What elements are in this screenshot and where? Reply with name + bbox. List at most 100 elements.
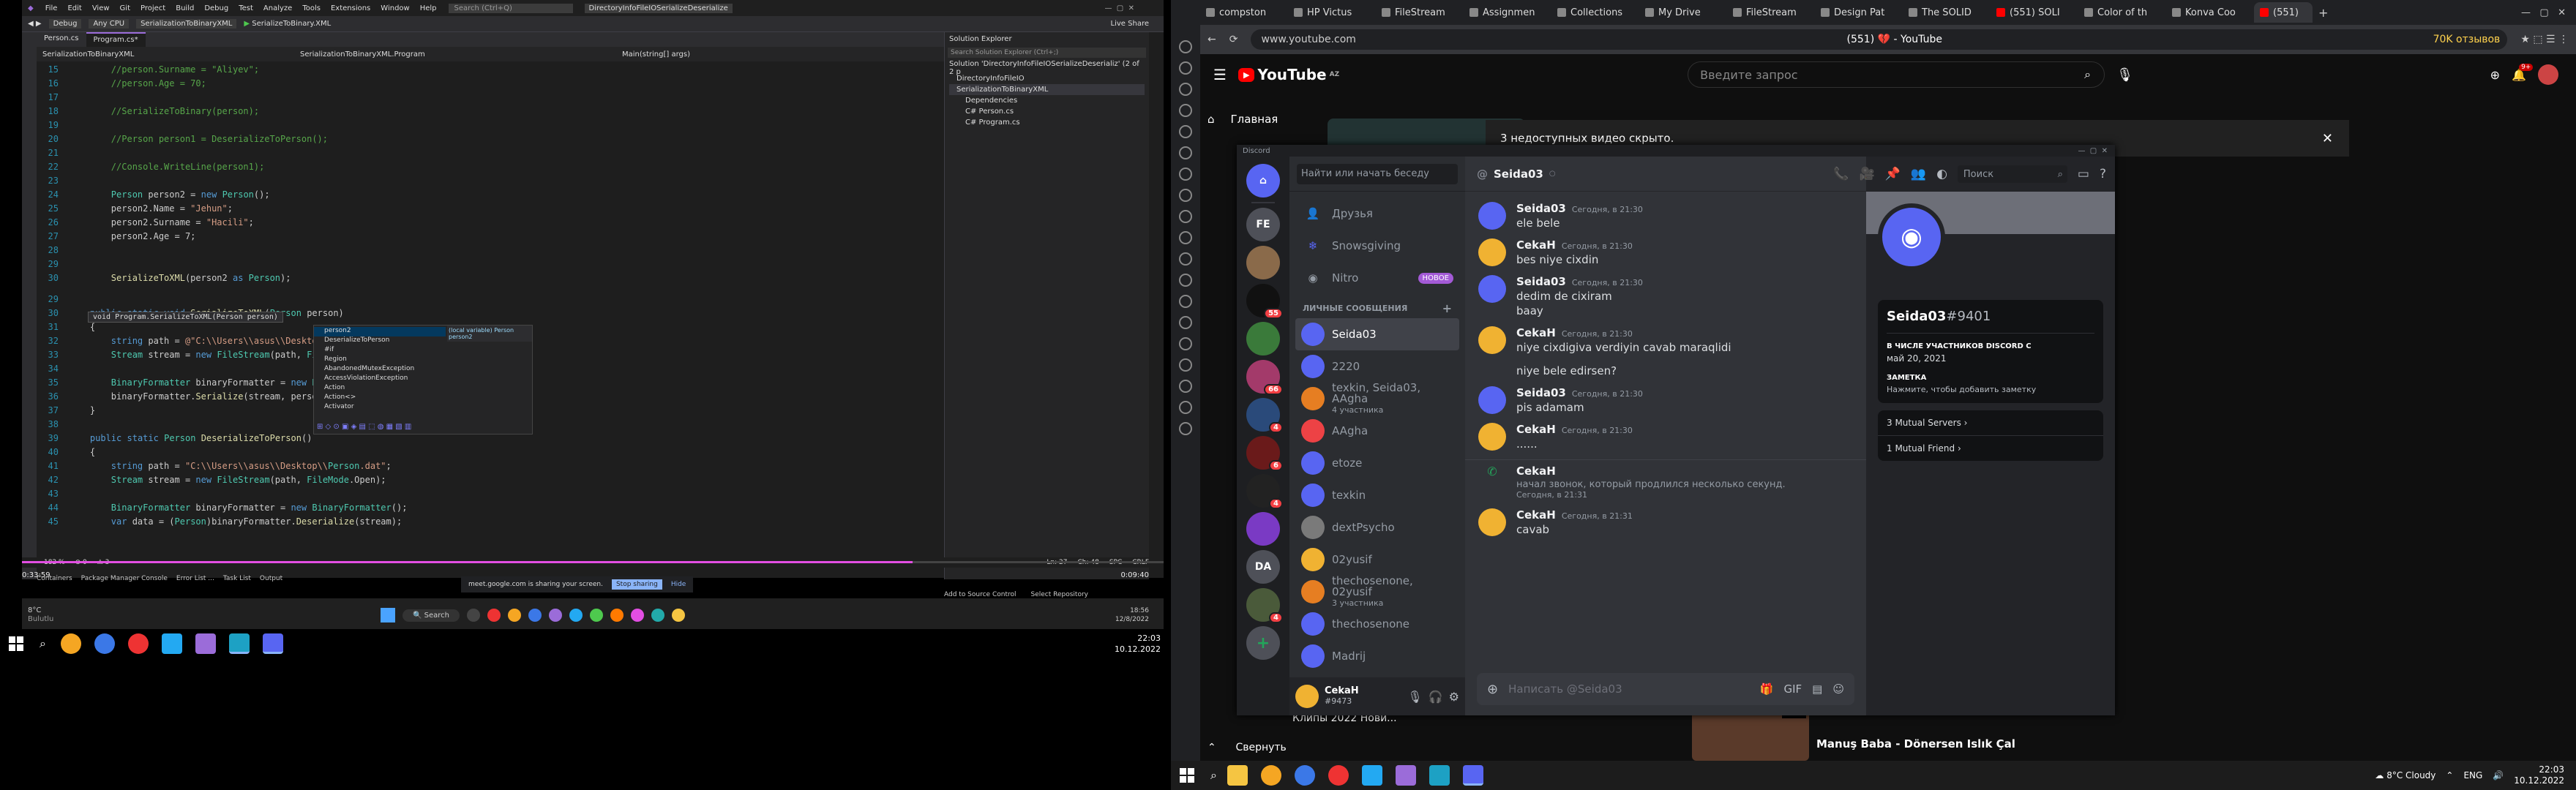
gif-icon[interactable]: GIF (1783, 682, 1802, 696)
volume-icon[interactable]: 🔊 (2493, 770, 2504, 780)
dm-item[interactable]: thechosenone, 02yusif 3 участника (1295, 575, 1459, 608)
dm-item[interactable]: Seida03 (1295, 318, 1459, 350)
vs-config-select[interactable]: Debug (48, 19, 82, 29)
code-line[interactable]: 16 //person.Age = 70; (37, 77, 944, 91)
taskbar-browser-icon[interactable] (1294, 765, 1315, 786)
vs-back-icon[interactable]: ◀ ▶ (28, 20, 42, 28)
vs-search-input[interactable]: Search (Ctrl+Q) (448, 3, 573, 13)
guild-1[interactable] (1246, 246, 1280, 279)
se-item[interactable]: C# Person.cs (949, 106, 1145, 117)
code-line[interactable]: 40 { (37, 445, 944, 459)
intellisense-item[interactable]: AbandonedMutexException (314, 365, 446, 375)
code-line[interactable]: 29 (37, 257, 944, 271)
rail-icon[interactable] (1179, 337, 1192, 350)
code-line[interactable]: 27 person2.Age = 7; (37, 230, 944, 244)
code-line[interactable]: 45 var data = (Person)binaryFormatter.De… (37, 515, 944, 529)
dm-item[interactable]: dextPsycho (1295, 511, 1459, 543)
bell-icon[interactable]: 🔔 9+ (2512, 63, 2534, 82)
hamburger-icon[interactable]: ☰ (1213, 66, 1227, 83)
yt-search-input[interactable]: Введите запрос ⌕ (1688, 61, 2105, 88)
vs-window-controls[interactable]: — ▢ ✕ (1104, 4, 1134, 12)
windows-start-icon[interactable] (1180, 768, 1194, 783)
yt-search-icon[interactable]: ⌕ (2084, 67, 2091, 82)
guild-2[interactable]: 55 (1246, 284, 1283, 319)
dm-item[interactable]: 02yusif (1295, 543, 1459, 576)
intellisense-item[interactable]: AccessViolationException (314, 375, 446, 384)
guild-5[interactable]: 4 (1246, 398, 1283, 433)
address-bar[interactable]: www.youtube.com (551) 💔 - YouTube 70K от… (1251, 29, 2508, 50)
discord-home-icon[interactable]: ⌂ (1246, 164, 1280, 198)
rail-icon[interactable] (1179, 380, 1192, 393)
yt-home-link[interactable]: ⌂ Главная (1208, 113, 1278, 126)
select-repository[interactable]: Select Repository (1031, 591, 1088, 598)
upload-icon[interactable]: ⊕ (1487, 682, 1498, 697)
code-line[interactable]: 29 (37, 293, 944, 306)
intellisense-item[interactable]: person2 (314, 327, 446, 336)
rail-icon[interactable] (1179, 61, 1192, 75)
taskbar-explorer-icon[interactable] (1227, 765, 1248, 786)
vs-menu-item[interactable]: Debug (204, 4, 228, 12)
bottom-tab[interactable]: Output (260, 575, 282, 582)
yt-logo[interactable]: ▶ YouTube AZ (1238, 66, 1339, 83)
code-line[interactable]: 43 (37, 487, 944, 501)
code-line[interactable]: 42 Stream stream = new FileStream(path, … (37, 473, 944, 487)
message[interactable]: CekaH Сегодня, в 21:30 bes niye cixdin (1465, 234, 1866, 271)
vs-menu-item[interactable]: Build (176, 4, 194, 12)
add-server-icon[interactable]: + (1246, 626, 1280, 660)
vs-menu-item[interactable]: Window (381, 4, 409, 12)
code-line[interactable]: 44 BinaryFormatter binaryFormatter = new… (37, 501, 944, 515)
rail-icon[interactable] (1179, 189, 1192, 202)
guild-4[interactable]: 66 (1246, 360, 1283, 395)
chrome-tab[interactable]: Design Pat (1815, 2, 1903, 23)
snowsgiving-link[interactable]: ❄ Snowsgiving (1295, 230, 1459, 262)
taskbar-yandex-icon[interactable] (127, 633, 149, 654)
avatar[interactable] (2538, 64, 2558, 85)
nav-class[interactable]: SerializationToBinaryXML.Program (300, 50, 622, 59)
code-line[interactable]: 23 (37, 174, 944, 188)
tray-chevron-icon[interactable]: ⌃ (2446, 770, 2453, 780)
vs-project-select[interactable]: SerializationToBinaryXML (136, 19, 237, 29)
dm-item[interactable]: thechosenone (1295, 608, 1459, 640)
taskbar-chrome-icon[interactable] (1260, 765, 1281, 786)
chrome-tab[interactable]: HP Victus (1288, 2, 1376, 23)
inner-app-icon[interactable] (569, 609, 583, 622)
vs-platform-select[interactable]: Any CPU (89, 19, 130, 29)
guild-6[interactable]: 6 (1246, 436, 1283, 471)
inner-app-icon[interactable] (651, 609, 664, 622)
vs-menu-item[interactable]: Project (141, 4, 165, 12)
code-line[interactable]: 19 (37, 118, 944, 132)
create-icon[interactable]: ⊕ (2490, 68, 2500, 82)
nav-project[interactable]: SerializationToBinaryXML (37, 50, 300, 59)
emoji-icon[interactable]: ☺ (1832, 682, 1844, 696)
chrome-tab[interactable]: FileStream (1727, 2, 1815, 23)
message[interactable]: Seida03 Сегодня, в 21:30 ele bele (1465, 198, 1866, 234)
settings-gear-icon[interactable]: ⚙ (1449, 690, 1459, 704)
rail-icon[interactable] (1179, 295, 1192, 308)
hide-button[interactable]: Hide (671, 581, 686, 588)
intellisense-list[interactable]: person2 DeserializeToPerson #if Region Aband… (314, 326, 446, 413)
stop-sharing-button[interactable]: Stop sharing (611, 579, 662, 590)
se-item[interactable]: Dependencies (949, 95, 1145, 106)
se-item[interactable]: Solution 'DirectoryInfoFileIOSerializeDe… (949, 60, 1145, 76)
guild-9[interactable]: 4 (1246, 588, 1283, 623)
intellisense-item[interactable]: Action<> (314, 394, 446, 403)
dm-item[interactable]: texkin (1295, 479, 1459, 511)
code-line[interactable]: 30 SerializeToXML(person2 as Person); (37, 271, 944, 285)
add-source-control[interactable]: Add to Source Control (944, 591, 1016, 598)
intellisense-item[interactable]: Action (314, 384, 446, 394)
intellisense-filter-icons[interactable]: ⊞ ◇ ⊙ ▣ ◈ ▤ ⬚ ◍ ▦ ▧ ▥ (317, 423, 411, 431)
chrome-tab[interactable]: Collections (1551, 2, 1639, 23)
taskbar-vscode-icon[interactable] (1361, 765, 1382, 786)
code-line[interactable]: 18 //SerializeToBinary(person); (37, 105, 944, 118)
vs-menu-item[interactable]: Analyze (263, 4, 292, 12)
vs-menu-item[interactable]: Test (239, 4, 253, 12)
vs-menu-item[interactable]: Help (420, 4, 437, 12)
code-block-top[interactable]: 15 //person.Surname = "Aliyev"; 16 //pers… (37, 61, 944, 285)
bottom-tab[interactable]: Error List ... (176, 575, 214, 582)
rail-icon[interactable] (1179, 274, 1192, 287)
friends-link[interactable]: 👤 Друзья (1295, 198, 1459, 230)
rail-icon[interactable] (1179, 168, 1192, 181)
inner-weather[interactable]: 8°C Bulutlu (22, 606, 73, 624)
chrome-tab[interactable]: (551) (2254, 2, 2313, 23)
vs-menu-item[interactable]: Tools (302, 4, 321, 12)
